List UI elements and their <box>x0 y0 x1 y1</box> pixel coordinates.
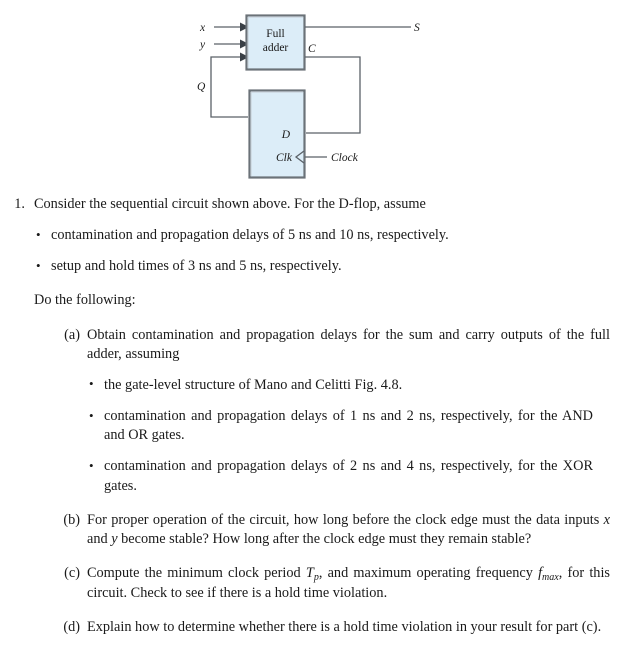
sub-part-a-text: Obtain contamination and propagation del… <box>87 326 610 362</box>
circuit-diagram-svg: Full adder x y Q S C D Clk Clock <box>197 14 420 179</box>
list-item: contamination and propagation delays of … <box>34 226 574 245</box>
label-output-s: S <box>414 22 420 34</box>
label-feedback-q: Q <box>197 81 206 93</box>
sub-part-a: (a) Obtain contamination and propagation… <box>54 326 612 496</box>
label-input-x: x <box>199 22 206 34</box>
problem-number: 1. <box>14 196 25 212</box>
do-the-following-text: Do the following: <box>34 292 136 309</box>
label-dff-d: D <box>281 129 291 141</box>
math-f-subscript: max <box>542 571 559 583</box>
circuit-figure: Full adder x y Q S C D Clk Clock <box>0 0 628 195</box>
wire-input-x <box>214 22 249 32</box>
label-input-y: y <box>199 39 206 51</box>
assumptions-list: contamination and propagation delays of … <box>34 226 574 276</box>
wire-input-y <box>214 39 249 49</box>
sub-part-d: (d) Explain how to determine whether the… <box>54 618 612 637</box>
label-clock-source: Clock <box>331 152 359 164</box>
problem-statement: 1. Consider the sequential circuit shown… <box>0 195 628 638</box>
sub-part-b-text-2: become stable? How long after the clock … <box>117 530 532 547</box>
sub-part-b: (b) For proper operation of the circuit,… <box>54 511 612 549</box>
list-item: contamination and propagation delays of … <box>87 407 593 445</box>
full-adder-label-line1: Full <box>266 28 285 40</box>
wire-feedback-q <box>210 52 249 118</box>
sub-part-c-text-2: , and maximum operating frequency <box>318 565 539 582</box>
sub-part-d-body: Explain how to determine whether there i… <box>87 619 602 636</box>
sub-part-b-body: For proper operation of the circuit, how… <box>87 511 610 549</box>
math-x: x <box>603 511 610 528</box>
list-item: the gate-level structure of Mano and Cel… <box>87 375 593 395</box>
problem-lead-text: Consider the sequential circuit shown ab… <box>34 196 426 212</box>
sub-part-b-text-1: For proper operation of the circuit, how… <box>87 511 604 528</box>
sub-part-c-body: Compute the minimum clock period Tp, and… <box>87 564 610 603</box>
block-d-flip-flop <box>248 89 306 179</box>
sub-part-a-label: (a) <box>64 326 80 343</box>
sub-part-a-body: Obtain contamination and propagation del… <box>87 326 610 496</box>
label-carry-c: C <box>308 43 316 55</box>
sub-part-d-label: (d) <box>63 619 80 636</box>
wire-carry-c <box>305 56 361 134</box>
sub-part-c: (c) Compute the minimum clock period Tp,… <box>54 564 612 603</box>
sub-part-c-text-1: Compute the minimum clock period <box>87 565 306 582</box>
sub-part-b-label: (b) <box>63 511 80 528</box>
problem-1: 1. Consider the sequential circuit shown… <box>0 195 628 638</box>
list-item: contamination and propagation delays of … <box>87 457 593 495</box>
sub-parts-list: (a) Obtain contamination and propagation… <box>54 326 612 638</box>
sub-part-c-label: (c) <box>64 565 80 582</box>
sub-part-a-bullets: the gate-level structure of Mano and Cel… <box>87 375 593 496</box>
list-item: setup and hold times of 3 ns and 5 ns, r… <box>34 257 574 276</box>
sub-part-b-and: and <box>87 530 112 547</box>
math-T: T <box>305 565 314 582</box>
label-dff-clk: Clk <box>276 152 293 164</box>
full-adder-label-line2: adder <box>263 42 289 54</box>
